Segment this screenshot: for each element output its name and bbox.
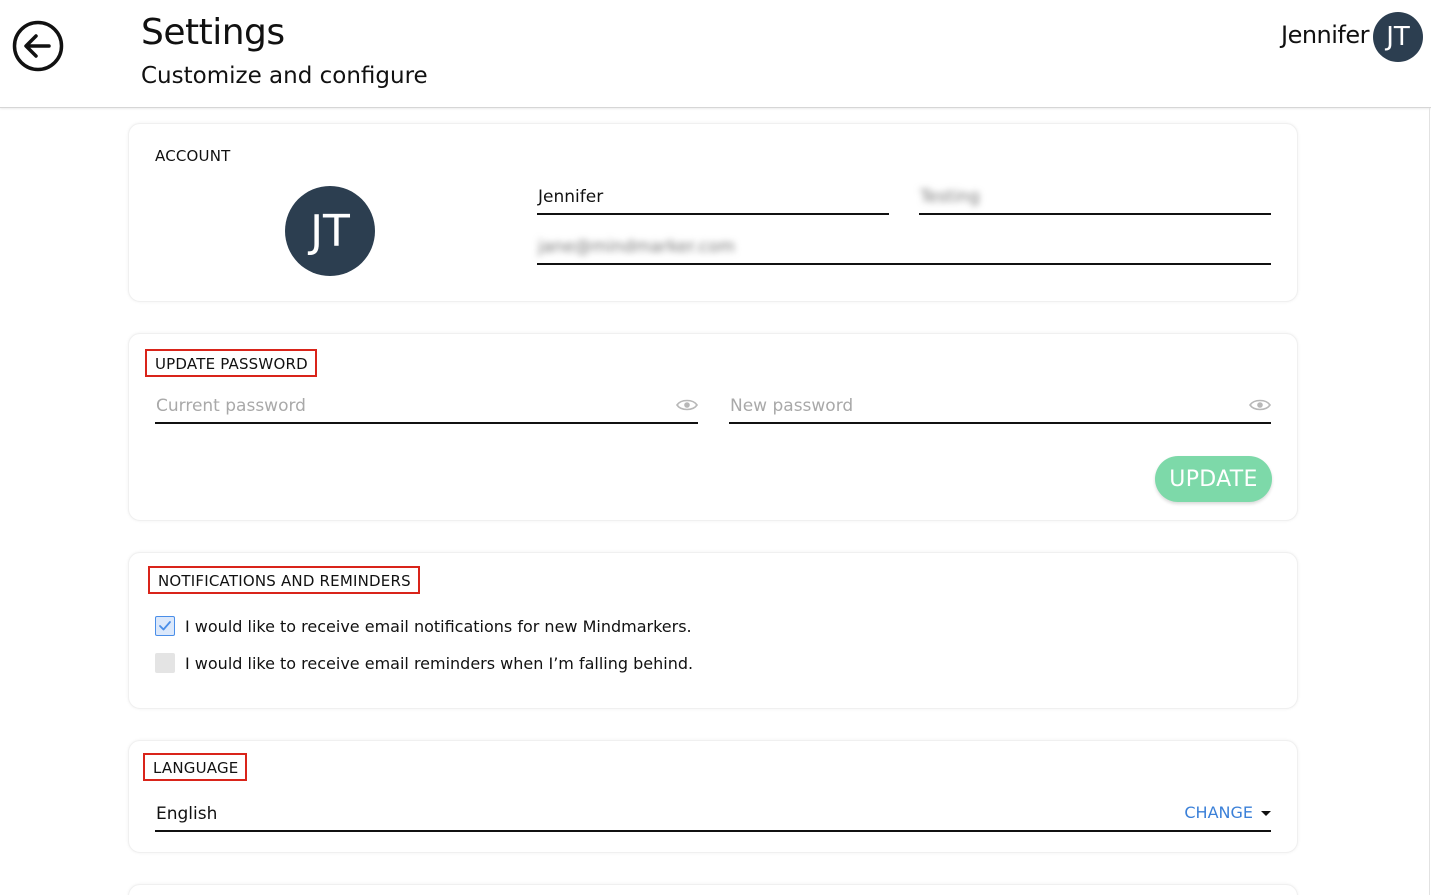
- notifications-card: NOTIFICATIONS AND REMINDERS I would like…: [128, 552, 1298, 709]
- change-language-button[interactable]: CHANGE: [1184, 803, 1271, 822]
- page-subtitle: Customize and configure: [141, 63, 428, 89]
- eye-icon[interactable]: [1249, 398, 1271, 412]
- password-card: UPDATE PASSWORD Current password New pas…: [128, 333, 1298, 521]
- next-card: [128, 884, 1298, 895]
- change-language-label: CHANGE: [1184, 803, 1253, 822]
- header: Settings Customize and configure Jennife…: [0, 0, 1431, 108]
- remind-falling-behind-checkbox[interactable]: [155, 653, 175, 673]
- email-value: jane@mindmarker.com: [538, 237, 736, 257]
- update-password-button[interactable]: UPDATE: [1155, 456, 1272, 502]
- account-avatar[interactable]: JT: [285, 186, 375, 276]
- notify-new-mindmarkers-checkbox[interactable]: [155, 616, 175, 636]
- account-card: ACCOUNT JT Jennifer Testing jane@mindmar…: [128, 123, 1298, 302]
- back-arrow-icon[interactable]: [12, 20, 64, 72]
- scrollbar-track[interactable]: [1429, 108, 1430, 895]
- current-password-field[interactable]: Current password: [155, 394, 698, 424]
- user-avatar[interactable]: JT: [1373, 12, 1423, 62]
- notifications-section-label: NOTIFICATIONS AND REMINDERS: [148, 566, 420, 594]
- remind-falling-behind-label: I would like to receive email reminders …: [185, 653, 694, 673]
- password-section-label: UPDATE PASSWORD: [145, 349, 317, 377]
- last-name-field[interactable]: Testing: [919, 185, 1271, 215]
- language-card: LANGUAGE English CHANGE: [128, 740, 1298, 853]
- account-section-label: ACCOUNT: [155, 147, 231, 165]
- notify-new-mindmarkers-option[interactable]: I would like to receive email notificati…: [155, 615, 692, 637]
- user-name[interactable]: Jennifer: [1281, 21, 1370, 49]
- page-title: Settings: [141, 12, 285, 53]
- current-password-placeholder: Current password: [156, 396, 306, 416]
- new-password-field[interactable]: New password: [729, 394, 1271, 424]
- eye-icon[interactable]: [676, 398, 698, 412]
- remind-falling-behind-option[interactable]: I would like to receive email reminders …: [155, 652, 693, 674]
- first-name-field[interactable]: Jennifer: [537, 185, 889, 215]
- language-select[interactable]: English CHANGE: [155, 802, 1271, 832]
- checkmark-icon: [159, 621, 171, 631]
- language-value: English: [156, 804, 218, 824]
- email-field[interactable]: jane@mindmarker.com: [537, 235, 1271, 265]
- language-section-label: LANGUAGE: [143, 753, 248, 781]
- new-password-placeholder: New password: [730, 396, 854, 416]
- first-name-value: Jennifer: [538, 187, 604, 207]
- caret-down-icon: [1261, 811, 1271, 816]
- notify-new-mindmarkers-label: I would like to receive email notificati…: [185, 616, 692, 636]
- last-name-value: Testing: [920, 187, 980, 207]
